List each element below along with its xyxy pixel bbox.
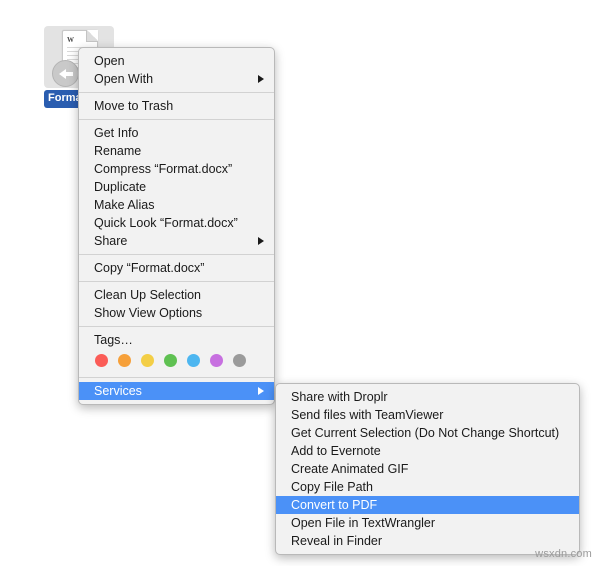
menu-separator <box>79 377 274 378</box>
tag-green-dot[interactable] <box>164 354 177 367</box>
submenu-item-send-files-with-teamviewer[interactable]: Send files with TeamViewer <box>276 406 579 424</box>
menu-item-quick-look-format-docx[interactable]: Quick Look “Format.docx” <box>79 214 274 232</box>
tag-gray-dot[interactable] <box>233 354 246 367</box>
menu-item-share[interactable]: Share <box>79 232 274 250</box>
menu-item-compress-format-docx[interactable]: Compress “Format.docx” <box>79 160 274 178</box>
menu-item-get-info[interactable]: Get Info <box>79 124 274 142</box>
back-arrow-badge-icon <box>52 60 79 87</box>
tag-blue-dot[interactable] <box>187 354 200 367</box>
word-doc-mark: W <box>67 36 74 44</box>
menu-separator <box>79 119 274 120</box>
tag-color-row <box>79 349 274 373</box>
tag-purple-dot[interactable] <box>210 354 223 367</box>
menu-item-clean-up-selection[interactable]: Clean Up Selection <box>79 286 274 304</box>
menu-separator <box>79 254 274 255</box>
menu-item-copy-format-docx[interactable]: Copy “Format.docx” <box>79 259 274 277</box>
services-submenu[interactable]: Share with Droplr Send files with TeamVie… <box>275 383 580 555</box>
submenu-item-copy-file-path[interactable]: Copy File Path <box>276 478 579 496</box>
tag-red-dot[interactable] <box>95 354 108 367</box>
submenu-item-get-current-selection-do-not-change-shortcut[interactable]: Get Current Selection (Do Not Change Sho… <box>276 424 579 442</box>
tag-yellow-dot[interactable] <box>141 354 154 367</box>
watermark: wsxdn.com <box>535 548 592 560</box>
menu-item-make-alias[interactable]: Make Alias <box>79 196 274 214</box>
submenu-item-create-animated-gif[interactable]: Create Animated GIF <box>276 460 579 478</box>
submenu-item-convert-to-pdf[interactable]: Convert to PDF <box>276 496 579 514</box>
submenu-arrow-icon <box>258 75 264 83</box>
document-fold-icon <box>86 30 98 42</box>
submenu-item-share-with-droplr[interactable]: Share with Droplr <box>276 388 579 406</box>
submenu-arrow-icon <box>258 387 264 395</box>
menu-item-show-view-options[interactable]: Show View Options <box>79 304 274 322</box>
menu-item-tags[interactable]: Tags… <box>79 331 274 349</box>
tag-orange-dot[interactable] <box>118 354 131 367</box>
menu-separator <box>79 326 274 327</box>
menu-item-duplicate[interactable]: Duplicate <box>79 178 274 196</box>
menu-item-open[interactable]: Open <box>79 52 274 70</box>
menu-separator <box>79 92 274 93</box>
submenu-item-open-file-in-textwrangler[interactable]: Open File in TextWrangler <box>276 514 579 532</box>
submenu-arrow-icon <box>258 237 264 245</box>
menu-item-move-to-trash[interactable]: Move to Trash <box>79 97 274 115</box>
menu-item-open-with[interactable]: Open With <box>79 70 274 88</box>
menu-item-services[interactable]: Services <box>79 382 274 400</box>
context-menu[interactable]: Open Open With Move to Trash Get Info Rename… <box>78 47 275 405</box>
menu-separator <box>79 281 274 282</box>
menu-item-rename[interactable]: Rename <box>79 142 274 160</box>
submenu-item-add-to-evernote[interactable]: Add to Evernote <box>276 442 579 460</box>
submenu-item-reveal-in-finder[interactable]: Reveal in Finder <box>276 532 579 550</box>
